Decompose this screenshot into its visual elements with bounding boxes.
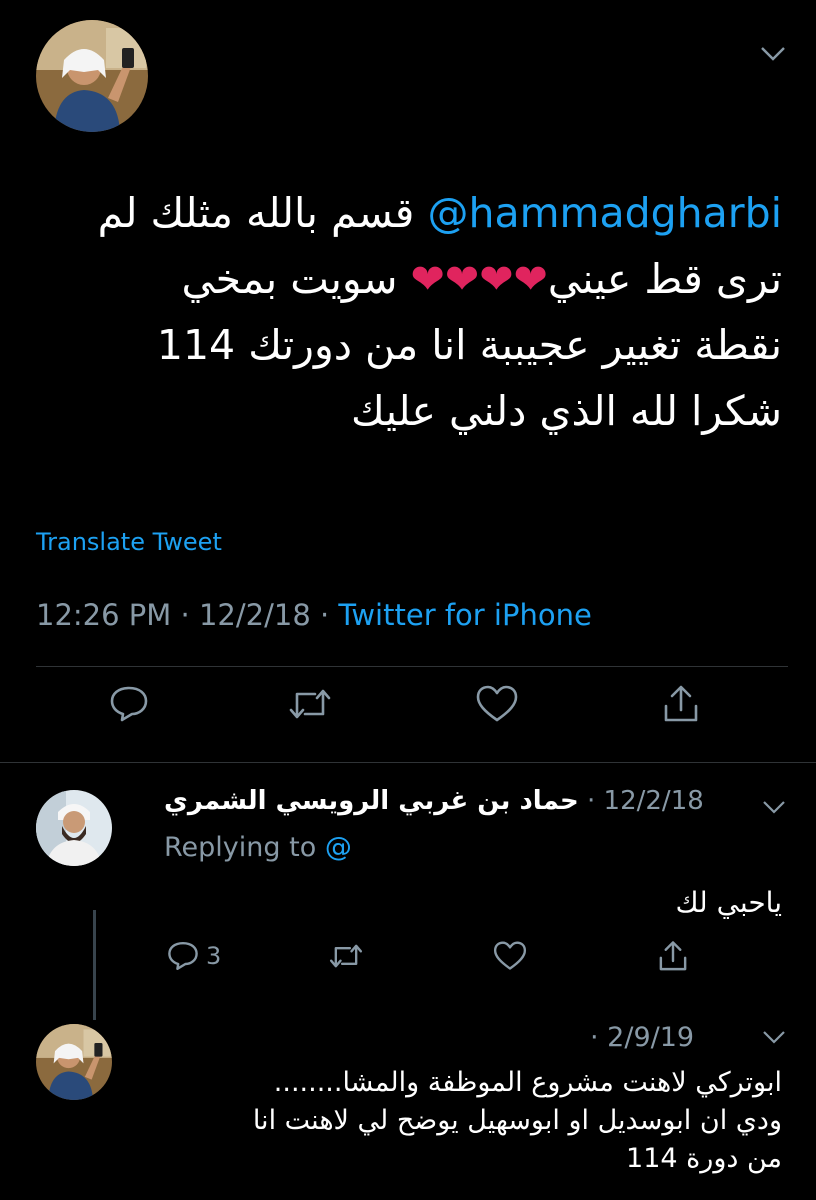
main-action-bar bbox=[0, 684, 816, 744]
like-icon bbox=[476, 685, 518, 722]
reply2-date: · 2/9/19 bbox=[590, 1022, 695, 1053]
reply-count: 3 bbox=[206, 942, 222, 970]
tweet-meta: 12:26 PM · 12/2/18 · Twitter for iPhone bbox=[36, 598, 592, 632]
reply2-author-avatar[interactable] bbox=[36, 1024, 112, 1100]
replying-to: Replying to @ bbox=[164, 832, 352, 863]
translate-tweet-link[interactable]: Translate Tweet bbox=[36, 528, 222, 556]
share-button[interactable] bbox=[656, 940, 690, 974]
share-button[interactable] bbox=[660, 684, 702, 726]
replying-to-handle[interactable]: @ bbox=[325, 832, 352, 863]
chevron-down-icon[interactable] bbox=[762, 1030, 786, 1044]
like-button[interactable] bbox=[492, 940, 528, 972]
divider bbox=[36, 666, 788, 667]
reply-action-bar: 3 bbox=[0, 940, 816, 1000]
retweet-button[interactable] bbox=[328, 940, 364, 972]
hearts-emoji: ❤❤❤❤ bbox=[410, 255, 548, 303]
tweet-time: 12:26 PM bbox=[36, 598, 172, 632]
author-avatar[interactable] bbox=[36, 20, 148, 132]
retweet-icon bbox=[289, 689, 331, 719]
mention-link[interactable]: @hammadgharbi bbox=[427, 189, 782, 237]
reply-icon bbox=[168, 942, 198, 970]
retweet-icon bbox=[329, 944, 363, 968]
section-divider bbox=[0, 762, 816, 763]
reply-button[interactable] bbox=[108, 684, 150, 724]
tweet-source-link[interactable]: Twitter for iPhone bbox=[338, 598, 591, 632]
share-icon bbox=[659, 941, 687, 971]
chevron-down-icon[interactable] bbox=[760, 46, 786, 62]
reply-text: ياحبي لك bbox=[675, 886, 782, 919]
chevron-down-icon[interactable] bbox=[762, 800, 786, 814]
reply-button[interactable]: 3 bbox=[166, 940, 221, 972]
reply-icon bbox=[110, 686, 148, 722]
tweet-date: 12/2/18 bbox=[198, 598, 311, 632]
reply2-text: ابوتركي لاهنت مشروع الموظفة والمشا......… bbox=[252, 1067, 782, 1174]
reply-date: 12/2/18 bbox=[603, 786, 704, 816]
reply-author-avatar[interactable] bbox=[36, 790, 112, 866]
like-button[interactable] bbox=[474, 684, 520, 724]
reply-header: حماد بن غربي الرويسي الشمري · 12/2/18 bbox=[164, 786, 704, 816]
share-icon bbox=[664, 685, 698, 722]
like-icon bbox=[493, 941, 527, 970]
tweet-text: @hammadgharbi قسم بالله مثلك لم ترى قط ع… bbox=[97, 189, 782, 435]
retweet-button[interactable] bbox=[287, 684, 333, 724]
reply-author-name[interactable]: حماد بن غربي الرويسي الشمري bbox=[164, 786, 579, 816]
